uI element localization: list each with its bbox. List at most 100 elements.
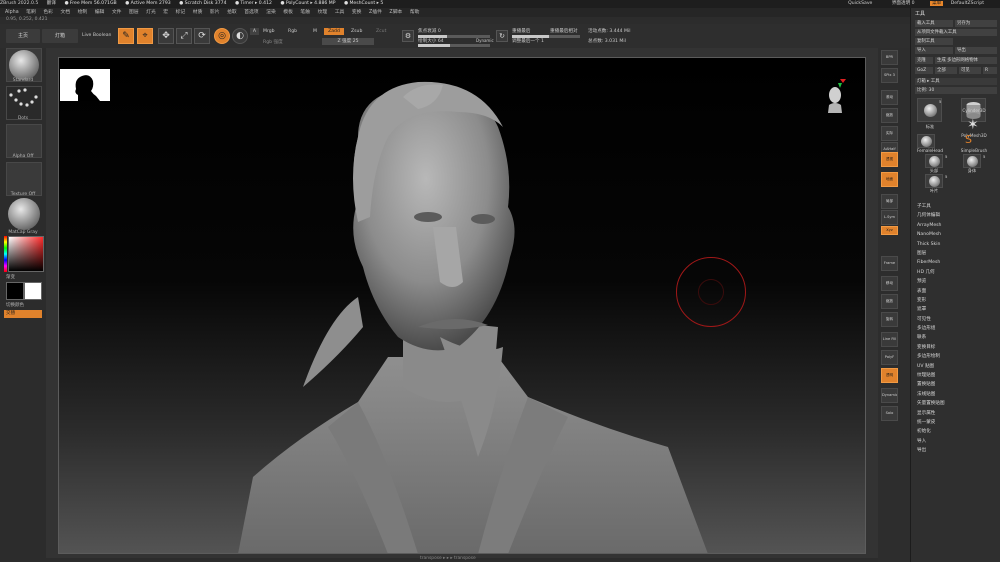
replay-last-button[interactable]: 重播最后 xyxy=(512,28,530,34)
actual-button[interactable]: 实际 xyxy=(881,126,898,141)
color-picker[interactable] xyxy=(8,236,44,272)
menu-item[interactable]: Alpha xyxy=(5,10,19,15)
menu-item[interactable]: 工具 xyxy=(335,10,345,15)
local-button[interactable]: 局部 xyxy=(881,194,898,209)
material-selector[interactable] xyxy=(8,198,40,230)
menu-item[interactable]: 绘制 xyxy=(78,10,88,15)
home-button[interactable]: 主页 xyxy=(6,29,40,43)
copy-tool-button[interactable]: 复制工具 xyxy=(915,38,953,45)
menu-item[interactable]: 笔触 xyxy=(300,10,310,15)
floor-button[interactable]: 地面 xyxy=(881,172,898,187)
z-intensity-slider[interactable]: Z 强度 25 xyxy=(322,38,374,45)
ratio-slider[interactable]: 比例: 30 xyxy=(915,87,997,94)
make-polymesh-button[interactable]: 生成 多边形网格物体 xyxy=(935,57,997,64)
tool-tile-leaf[interactable] xyxy=(925,174,943,188)
load-from-project-button[interactable]: 从项目文件载入工具 xyxy=(915,29,997,36)
subpalette-nanomesh[interactable]: NanoMesh xyxy=(917,230,997,239)
default-script-button[interactable]: DefaultZScript xyxy=(951,1,984,6)
subpalette-deformation[interactable]: 变形 xyxy=(917,296,997,305)
title-item[interactable]: 翻译 xyxy=(47,1,56,6)
tool-tile-simplebrush[interactable]: S xyxy=(961,133,979,146)
menu-item[interactable]: Z插件 xyxy=(369,10,382,15)
orientation-head-icon[interactable] xyxy=(826,79,846,113)
goz-r-button[interactable]: R xyxy=(983,67,997,74)
export-button[interactable]: 导出 xyxy=(955,47,997,54)
line-fill-button[interactable]: Line Fill xyxy=(881,332,898,347)
lightbox-button[interactable]: 灯箱 xyxy=(42,29,78,43)
subpalette-visibility[interactable]: 可见性 xyxy=(917,315,997,324)
subpalette-masking[interactable]: 遮罩 xyxy=(917,305,997,314)
rgb-toggle[interactable]: Rgb xyxy=(288,29,297,34)
goz-visible-button[interactable]: 可见 xyxy=(959,67,981,74)
lsym-button[interactable]: L.Sym xyxy=(881,210,898,225)
subpalette-export[interactable]: 导出 xyxy=(917,446,997,455)
xyz-button[interactable]: Xyz xyxy=(881,226,898,235)
save-as-button[interactable]: 另存为 xyxy=(955,20,997,27)
switch-color-button[interactable]: 切换颜色 xyxy=(0,302,46,308)
scale-view-button[interactable]: 缩放 xyxy=(881,294,898,309)
menu-item[interactable]: 编辑 xyxy=(95,10,105,15)
lightbox-tools-button[interactable]: 灯箱 ▸ 工具 xyxy=(915,78,997,85)
subpalette-contact[interactable]: 联系 xyxy=(917,333,997,342)
transparency-slider[interactable]: 界面透明 0 xyxy=(892,1,915,6)
transparent-button[interactable]: 透明 xyxy=(881,368,898,383)
menu-item[interactable]: 首选项 xyxy=(244,10,258,15)
menu-item[interactable]: Z脚本 xyxy=(389,10,402,15)
subpalette-uv-map[interactable]: UV 贴图 xyxy=(917,362,997,371)
subpalette-arraymesh[interactable]: ArrayMesh xyxy=(917,221,997,230)
spix-button[interactable]: SPix 3 xyxy=(881,68,898,83)
subpalette-preview[interactable]: 预览 xyxy=(917,277,997,286)
perspective-button[interactable]: 透视 xyxy=(881,152,898,167)
rotate-view-button[interactable]: 旋转 xyxy=(881,312,898,327)
a-toggle[interactable]: A xyxy=(250,28,259,35)
frame-button[interactable]: Frame xyxy=(881,256,898,271)
live-boolean-toggle[interactable]: Live Boolean xyxy=(82,33,111,38)
scroll-button[interactable]: 滚动 xyxy=(881,90,898,105)
menu-item[interactable]: 色彩 xyxy=(43,10,53,15)
subpalette-polypaint[interactable]: 多边形绘制 xyxy=(917,352,997,361)
menu-item[interactable]: 文档 xyxy=(60,10,70,15)
subpalette-import[interactable]: 导入 xyxy=(917,437,997,446)
rotate-mode-button[interactable]: ⟳ xyxy=(194,28,210,44)
load-tool-button[interactable]: 载入工具 xyxy=(915,20,953,27)
move-mode-button[interactable]: ✥ xyxy=(158,28,174,44)
clone-button[interactable]: 克隆 xyxy=(915,57,933,64)
solo-button[interactable]: Solo xyxy=(881,406,898,421)
subpalette-displacement-map[interactable]: 置换贴图 xyxy=(917,380,997,389)
stroke-settings-button[interactable]: ⚙ xyxy=(402,30,414,42)
menu-item[interactable]: 宏 xyxy=(163,10,168,15)
document-canvas[interactable] xyxy=(58,57,866,554)
main-color-swatch[interactable] xyxy=(6,282,24,300)
replay-settings-button[interactable]: ↻ xyxy=(496,30,508,42)
menu-item[interactable]: 标记 xyxy=(176,10,186,15)
subpalette-display-properties[interactable]: 显示属性 xyxy=(917,409,997,418)
alternate-button[interactable]: 交替 xyxy=(4,310,42,318)
replay-last-relative-button[interactable]: 重播最后相对 xyxy=(550,28,578,34)
menu-item[interactable]: 文件 xyxy=(112,10,122,15)
menu-item[interactable]: 灯光 xyxy=(146,10,156,15)
menu-item[interactable]: 渲染 xyxy=(266,10,276,15)
dynamic-toggle[interactable]: Dynamic xyxy=(476,38,494,43)
subpalette-geometry[interactable]: 几何体编辑 xyxy=(917,211,997,220)
subpalette-morph-target[interactable]: 变换目标 xyxy=(917,343,997,352)
subpalette-polygroups[interactable]: 多边形组 xyxy=(917,324,997,333)
gizmo-button[interactable]: ◎ xyxy=(214,28,230,44)
menu-item[interactable]: 材质 xyxy=(193,10,203,15)
scale-mode-button[interactable]: ⤢ xyxy=(176,28,192,44)
m-toggle[interactable]: M xyxy=(313,29,317,34)
secondary-color-swatch[interactable] xyxy=(24,282,42,300)
zoom-button[interactable]: 缩放 xyxy=(881,108,898,123)
gradient-label[interactable]: 渐变 xyxy=(0,274,46,280)
zcut-toggle[interactable]: Zcut xyxy=(376,29,386,34)
subpalette-surface[interactable]: 表面 xyxy=(917,287,997,296)
adjust-last-slider[interactable]: 调整最后一个 1 xyxy=(512,38,544,44)
subpalette-hd-geometry[interactable]: HD 几何 xyxy=(917,268,997,277)
menu-item[interactable]: 拾取 xyxy=(227,10,237,15)
alpha-selector[interactable] xyxy=(6,124,42,158)
menu-item[interactable]: 图层 xyxy=(129,10,139,15)
menu-item[interactable]: 帮助 xyxy=(410,10,420,15)
stroke-selector[interactable] xyxy=(6,86,42,120)
menu-item[interactable]: 影片 xyxy=(210,10,220,15)
hue-strip[interactable] xyxy=(4,236,7,272)
menu-item[interactable]: 模板 xyxy=(283,10,293,15)
